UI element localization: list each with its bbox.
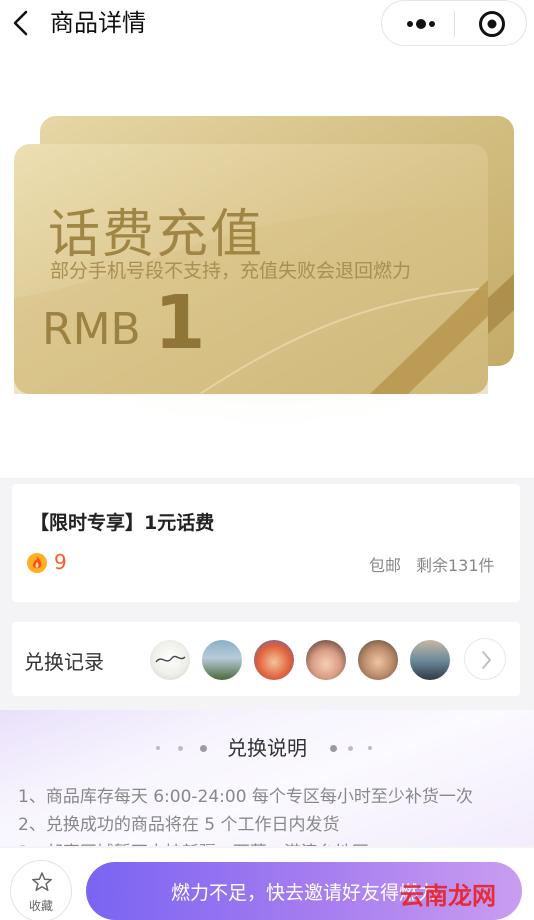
chevron-right-icon — [482, 651, 491, 669]
records-more-button[interactable] — [464, 638, 506, 680]
top-bar: 商品详情 — [0, 0, 534, 48]
watermark: 云南龙网 — [400, 881, 496, 910]
hero-banner: 话费充值 部分手机号段不支持，充值失败会退回燃力 RMB 1 — [0, 48, 534, 478]
product-info-card: 【限时专享】1元话费 9 包邮 剩余131件 — [12, 484, 520, 602]
avatar — [408, 638, 452, 682]
back-arrow-icon — [13, 10, 28, 36]
avatar — [252, 638, 296, 682]
avatar — [200, 638, 244, 682]
rule-item: 1、商品库存每天 6:00-24:00 每个专区每小时至少补货一次 — [18, 787, 473, 807]
card-subtitle: 部分手机号段不支持，充值失败会退回燃力 — [50, 260, 412, 282]
stock-remaining: 剩余131件 — [416, 556, 495, 575]
mini-program-capsule — [381, 0, 527, 46]
close-miniprogram-button[interactable] — [466, 7, 518, 41]
exchange-instructions: 兑换说明 1、商品库存每天 6:00-24:00 每个专区每小时至少补货一次 2… — [0, 710, 534, 846]
avatar — [356, 638, 400, 682]
capsule-divider — [454, 11, 455, 37]
page-title: 商品详情 — [50, 9, 146, 37]
price-value: 9 — [54, 550, 67, 574]
exchange-records[interactable]: 兑换记录 — [12, 622, 520, 696]
shipping-label: 包邮 — [369, 556, 402, 575]
more-button[interactable] — [390, 7, 448, 41]
product-name: 【限时专享】1元话费 — [30, 512, 215, 534]
favorite-button[interactable]: 收藏 — [10, 860, 72, 920]
rule-item: 3、邮寄区域暂不支持新疆、西藏、港澳台地区 — [18, 838, 369, 846]
avatar — [148, 638, 192, 682]
more-dots-icon — [407, 19, 435, 29]
fire-icon — [27, 553, 47, 573]
instructions-title: 兑换说明 — [227, 736, 307, 760]
records-label: 兑换记录 — [24, 650, 104, 674]
back-button[interactable] — [6, 6, 36, 40]
star-icon — [32, 872, 52, 892]
target-icon — [479, 11, 505, 37]
favorite-label: 收藏 — [28, 899, 53, 913]
card-currency: RMB — [42, 304, 141, 355]
card-amount: 1 — [154, 280, 206, 366]
avatar — [304, 638, 348, 682]
rule-item: 2、兑换成功的商品将在 5 个工作日内发货 — [18, 815, 340, 835]
